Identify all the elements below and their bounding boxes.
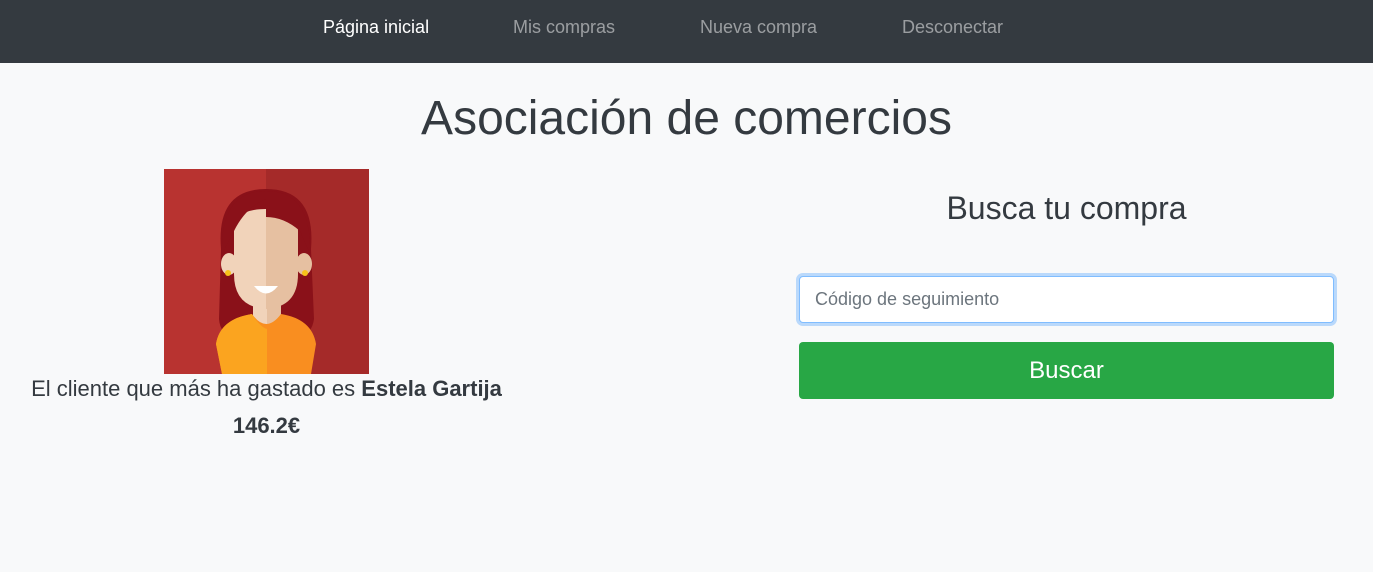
woman-avatar-icon [164, 169, 369, 374]
nav-link-logout[interactable]: Desconectar [902, 16, 1003, 38]
nav-link-new-purchase[interactable]: Nueva compra [700, 16, 817, 38]
tracking-code-input[interactable] [799, 276, 1334, 323]
page-title: Asociación de comercios [421, 92, 952, 145]
search-button[interactable]: Buscar [799, 342, 1334, 399]
nav-link-home[interactable]: Página inicial [323, 16, 429, 38]
top-customer-amount: 146.2€ [232, 413, 301, 438]
search-title: Busca tu compra [946, 190, 1187, 226]
top-customer-text: El cliente que más ha gastado es Estela … [0, 375, 533, 403]
nav-link-my-purchases[interactable]: Mis compras [513, 16, 615, 38]
top-customer-prefix: El cliente que más ha gastado es [31, 376, 356, 401]
top-customer-name: Estela Gartija [361, 376, 502, 401]
top-navbar: Página inicial Mis compras Nueva compra … [0, 0, 1373, 63]
